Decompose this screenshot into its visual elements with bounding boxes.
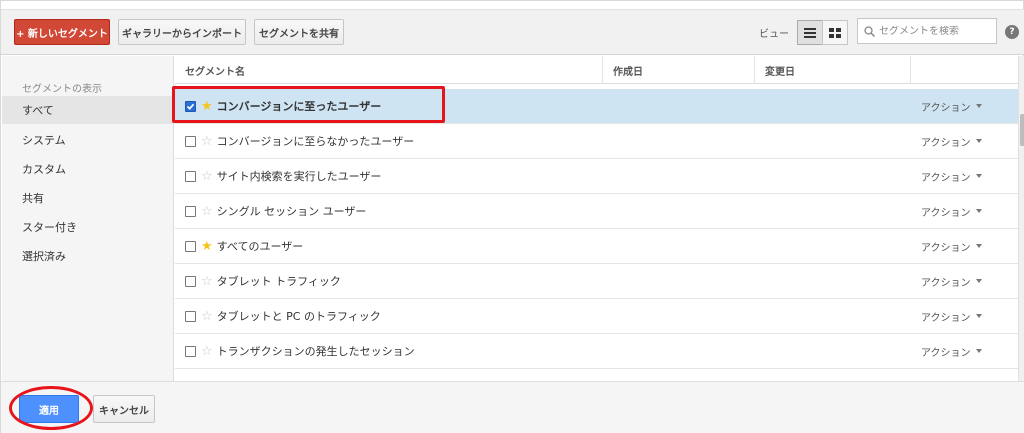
segment-name[interactable]: すべてのユーザー bbox=[217, 238, 304, 254]
sidebar-item-all[interactable]: すべて bbox=[2, 96, 173, 124]
toolbar: + 新しいセグメント ギャラリーからインポート セグメントを共有 ビュー セグメ… bbox=[1, 9, 1024, 55]
sidebar-title: セグメントの表示 bbox=[22, 84, 102, 95]
segment-search-box[interactable] bbox=[857, 18, 997, 44]
column-header-action bbox=[911, 56, 1018, 84]
column-header-created[interactable]: 作成日 bbox=[603, 56, 755, 84]
caret-down-icon bbox=[975, 174, 982, 178]
action-label: アクション bbox=[921, 242, 971, 254]
star-icon[interactable]: ☆ bbox=[201, 205, 213, 218]
segment-name[interactable]: トランザクションの発生したセッション bbox=[217, 343, 415, 359]
segment-name[interactable]: コンバージョンに至らなかったユーザー bbox=[217, 133, 415, 149]
sidebar-item-selected[interactable]: 選択済み bbox=[2, 242, 173, 270]
help-icon[interactable]: ? bbox=[1005, 25, 1019, 39]
caret-down-icon bbox=[975, 209, 982, 213]
caret-down-icon bbox=[975, 104, 982, 108]
dialog-footer: 適用 キャンセル bbox=[1, 381, 1024, 433]
column-header-updated[interactable]: 変更日 bbox=[755, 56, 911, 84]
row-action-menu[interactable]: アクション bbox=[921, 169, 982, 184]
row-action-menu[interactable]: アクション bbox=[921, 134, 982, 149]
star-icon[interactable]: ★ bbox=[201, 240, 213, 253]
table-row[interactable]: ★ すべてのユーザー アクション bbox=[175, 229, 1018, 264]
row-checkbox[interactable] bbox=[185, 345, 196, 357]
segment-name[interactable]: タブレットと PC のトラフィック bbox=[217, 308, 381, 324]
share-segment-button[interactable]: セグメントを共有 bbox=[254, 19, 344, 45]
action-label: アクション bbox=[921, 102, 971, 114]
sidebar-item-system[interactable]: システム bbox=[2, 126, 173, 154]
row-checkbox[interactable] bbox=[185, 240, 196, 252]
segment-table: セグメント名 作成日 変更日 ★ コンバージョンに至ったユーザー アクション ☆ コンバ… bbox=[175, 56, 1018, 381]
table-row[interactable]: ☆ タブレットと PC のトラフィック アクション bbox=[175, 299, 1018, 334]
star-icon[interactable]: ★ bbox=[201, 100, 213, 113]
action-label: アクション bbox=[921, 137, 971, 149]
row-checkbox[interactable] bbox=[185, 135, 196, 147]
segment-search-input[interactable] bbox=[879, 25, 989, 37]
star-icon[interactable]: ☆ bbox=[201, 345, 213, 358]
row-action-menu[interactable]: アクション bbox=[921, 99, 982, 114]
caret-down-icon bbox=[975, 279, 982, 283]
segment-name[interactable]: タブレット トラフィック bbox=[217, 273, 341, 289]
table-row[interactable]: ☆ タブレット トラフィック アクション bbox=[175, 264, 1018, 299]
row-checkbox[interactable] bbox=[185, 205, 196, 217]
star-icon[interactable]: ☆ bbox=[201, 170, 213, 183]
column-header-segment-name[interactable]: セグメント名 bbox=[175, 56, 603, 84]
row-action-menu[interactable]: アクション bbox=[921, 239, 982, 254]
sidebar-item-shared[interactable]: 共有 bbox=[2, 184, 173, 212]
caret-down-icon bbox=[975, 139, 982, 143]
table-header: セグメント名 作成日 変更日 bbox=[175, 56, 1018, 84]
row-checkbox[interactable] bbox=[185, 275, 196, 287]
action-label: アクション bbox=[921, 347, 971, 359]
row-action-menu[interactable]: アクション bbox=[921, 274, 982, 289]
star-icon[interactable]: ☆ bbox=[201, 275, 213, 288]
row-checkbox[interactable] bbox=[185, 310, 196, 322]
sidebar-item-starred[interactable]: スター付き bbox=[2, 213, 173, 241]
grid-view-button[interactable] bbox=[822, 20, 848, 45]
segment-name[interactable]: コンバージョンに至ったユーザー bbox=[217, 98, 382, 114]
new-segment-button[interactable]: + 新しいセグメント bbox=[14, 19, 110, 45]
scrollbar-thumb[interactable] bbox=[1020, 114, 1024, 146]
checkmark-icon bbox=[186, 103, 195, 110]
import-from-gallery-button[interactable]: ギャラリーからインポート bbox=[118, 19, 246, 45]
list-view-icon bbox=[804, 27, 816, 38]
table-row[interactable]: ★ コンバージョンに至ったユーザー アクション bbox=[175, 89, 1018, 124]
star-icon[interactable]: ☆ bbox=[201, 135, 213, 148]
action-label: アクション bbox=[921, 312, 971, 324]
action-label: アクション bbox=[921, 172, 971, 184]
segment-dialog: + 新しいセグメント ギャラリーからインポート セグメントを共有 ビュー セグメ… bbox=[0, 0, 1024, 433]
action-label: アクション bbox=[921, 207, 971, 219]
table-row[interactable]: ☆ サイト内検索を実行したユーザー アクション bbox=[175, 159, 1018, 194]
row-checkbox[interactable] bbox=[185, 170, 196, 182]
apply-button[interactable]: 適用 bbox=[19, 395, 79, 423]
row-checkbox[interactable] bbox=[185, 100, 196, 112]
row-action-menu[interactable]: アクション bbox=[921, 344, 982, 359]
table-row[interactable]: ☆ トランザクションの発生したセッション アクション bbox=[175, 334, 1018, 369]
table-row[interactable]: ☆ シングル セッション ユーザー アクション bbox=[175, 194, 1018, 229]
star-icon[interactable]: ☆ bbox=[201, 310, 213, 323]
view-label: ビュー bbox=[759, 29, 789, 40]
row-action-menu[interactable]: アクション bbox=[921, 309, 982, 324]
segment-filter-sidebar: セグメントの表示 すべて システム カスタム 共有 スター付き 選択済み bbox=[2, 56, 174, 381]
caret-down-icon bbox=[975, 244, 982, 248]
table-scrollbar[interactable] bbox=[1018, 56, 1024, 381]
caret-down-icon bbox=[975, 314, 982, 318]
row-action-menu[interactable]: アクション bbox=[921, 204, 982, 219]
sidebar-item-custom[interactable]: カスタム bbox=[2, 155, 173, 183]
segment-name[interactable]: サイト内検索を実行したユーザー bbox=[217, 168, 382, 184]
grid-view-icon bbox=[829, 27, 841, 38]
table-row[interactable]: ☆ コンバージョンに至らなかったユーザー アクション bbox=[175, 124, 1018, 159]
cancel-button[interactable]: キャンセル bbox=[93, 395, 155, 423]
caret-down-icon bbox=[975, 349, 982, 353]
segment-name[interactable]: シングル セッション ユーザー bbox=[217, 203, 367, 219]
list-view-button[interactable] bbox=[797, 20, 823, 45]
action-label: アクション bbox=[921, 277, 971, 289]
search-icon bbox=[864, 25, 875, 37]
